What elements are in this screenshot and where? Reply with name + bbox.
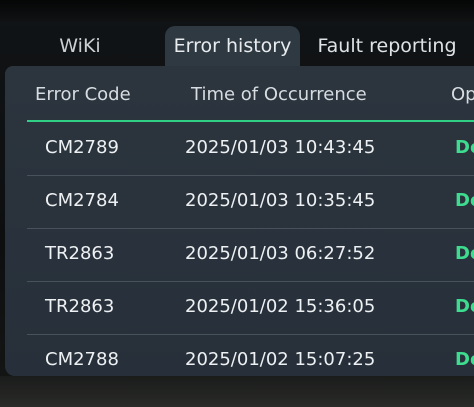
table-row: TR2863 2025/01/02 15:36:05 De: [5, 282, 474, 335]
screen-bezel: [0, 0, 474, 22]
header-divider: [27, 120, 474, 122]
time-cell: 2025/01/03 10:43:45: [185, 137, 376, 158]
details-button[interactable]: De: [455, 296, 474, 317]
details-button[interactable]: De: [455, 190, 474, 211]
error-code-cell: TR2863: [45, 243, 115, 264]
error-code-cell: TR2863: [45, 296, 115, 317]
header-operation: Op: [451, 84, 474, 105]
table-row: CM2789 2025/01/03 10:43:45 De: [5, 123, 474, 176]
tab-error-history[interactable]: Error history: [165, 26, 300, 66]
screen-bottom-bezel: [0, 376, 474, 407]
time-cell: 2025/01/02 15:07:25: [185, 349, 376, 370]
details-button[interactable]: De: [455, 349, 474, 370]
tab-wiki[interactable]: WiKi: [30, 26, 130, 66]
device-screen: WiKi Error history Fault reporting Error…: [0, 0, 474, 407]
header-error-code: Error Code: [35, 84, 131, 105]
error-code-cell: CM2788: [45, 349, 119, 370]
error-history-panel: Error Code Time of Occurrence Op CM2789 …: [5, 66, 474, 376]
tab-fault-reporting[interactable]: Fault reporting: [300, 26, 474, 66]
time-cell: 2025/01/03 06:27:52: [185, 243, 376, 264]
table-row: CM2784 2025/01/03 10:35:45 De: [5, 176, 474, 229]
time-cell: 2025/01/03 10:35:45: [185, 190, 376, 211]
details-button[interactable]: De: [455, 243, 474, 264]
table-header: Error Code Time of Occurrence Op: [5, 66, 474, 122]
details-button[interactable]: De: [455, 137, 474, 158]
table-row: CM2788 2025/01/02 15:07:25 De: [5, 335, 474, 376]
error-code-cell: CM2784: [45, 190, 119, 211]
header-time-of-occurrence: Time of Occurrence: [191, 84, 367, 105]
error-code-cell: CM2789: [45, 137, 119, 158]
tab-bar: WiKi Error history Fault reporting: [0, 22, 474, 66]
time-cell: 2025/01/02 15:36:05: [185, 296, 376, 317]
table-row: TR2863 2025/01/03 06:27:52 De: [5, 229, 474, 282]
